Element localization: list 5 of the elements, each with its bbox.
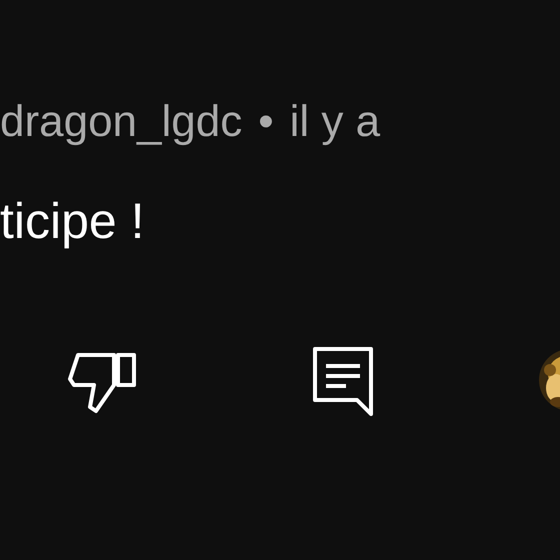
- separator-dot: •: [258, 100, 274, 144]
- timestamp: il y a: [290, 100, 380, 144]
- author-name[interactable]: dragon_lgdc: [0, 100, 242, 144]
- comment-text: ticipe !: [0, 196, 145, 246]
- reply-icon[interactable]: [312, 346, 374, 418]
